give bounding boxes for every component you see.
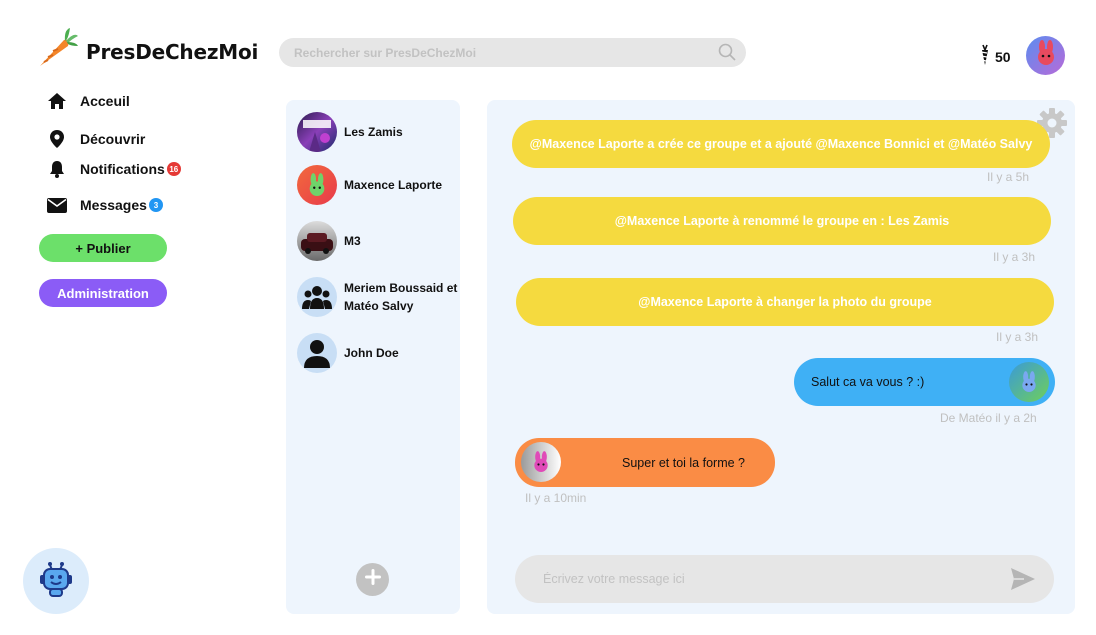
conversation-item[interactable]: M3 bbox=[297, 221, 459, 261]
system-message: @Maxence Laporte à renommé le groupe en … bbox=[513, 197, 1051, 245]
message-timestamp: Il y a 3h bbox=[993, 250, 1036, 264]
bunny-avatar-icon bbox=[1009, 362, 1049, 402]
conversation-name: Les Zamis bbox=[344, 125, 403, 139]
message-timestamp: Il y a 5h bbox=[987, 170, 1030, 184]
chatbot-button[interactable] bbox=[23, 548, 89, 614]
sidebar-item-label: Découvrir bbox=[80, 131, 146, 147]
conversation-item[interactable]: Meriem Boussaid et Matéo Salvy bbox=[297, 277, 459, 317]
message-timestamp: Il y a 10min bbox=[525, 491, 587, 505]
system-message: @Maxence Laporte a crée ce groupe et a a… bbox=[512, 120, 1050, 168]
chat-panel: @Maxence Laporte a crée ce groupe et a a… bbox=[487, 100, 1075, 614]
received-message: Super et toi la forme ? bbox=[515, 438, 775, 487]
add-conversation-button[interactable] bbox=[356, 563, 389, 596]
messages-badge: 3 bbox=[148, 198, 163, 212]
message-timestamp: De Matéo il y a 2h bbox=[940, 411, 1037, 425]
message-text: Super et toi la forme ? bbox=[622, 455, 745, 470]
conversations-panel: Les Zamis Maxence Laporte M3 Meriem Bous… bbox=[286, 100, 460, 614]
message-input[interactable] bbox=[543, 572, 983, 586]
publish-button[interactable]: + Publier bbox=[39, 234, 167, 262]
group-icon bbox=[297, 277, 337, 317]
envelope-icon bbox=[46, 197, 68, 213]
conversation-name: John Doe bbox=[344, 346, 399, 360]
sidebar-item-label: Messages bbox=[80, 197, 147, 213]
sidebar-item-label: Notifications bbox=[80, 161, 165, 177]
administration-button[interactable]: Administration bbox=[39, 279, 167, 307]
app-logo[interactable]: PresDeChezMoi bbox=[34, 26, 258, 77]
carrot-icon bbox=[34, 26, 80, 77]
bunny-avatar-icon bbox=[521, 442, 561, 482]
app-root: PresDeChezMoi 50 Acceuil Découvrir bbox=[0, 0, 1096, 635]
person-icon bbox=[297, 333, 337, 373]
search-bar bbox=[279, 38, 746, 67]
system-message: @Maxence Laporte à changer la photo du g… bbox=[516, 278, 1054, 326]
sent-message: Salut ca va vous ? :) bbox=[794, 358, 1055, 406]
sidebar-item-label: Acceuil bbox=[80, 93, 130, 109]
message-timestamp: Il y a 3h bbox=[996, 330, 1039, 344]
bunny-avatar-icon bbox=[297, 165, 337, 205]
carrot-coin-icon bbox=[979, 44, 991, 69]
message-text: Salut ca va vous ? :) bbox=[811, 375, 925, 389]
search-icon[interactable] bbox=[718, 43, 736, 66]
message-composer bbox=[515, 555, 1054, 603]
sidebar-item-notifications[interactable]: Notifications 16 bbox=[46, 160, 181, 178]
home-icon bbox=[46, 93, 68, 109]
conversation-item[interactable]: Maxence Laporte bbox=[297, 165, 459, 205]
robot-support-icon bbox=[36, 559, 76, 604]
conversation-name: Maxence Laporte bbox=[344, 178, 443, 192]
car-photo-avatar bbox=[297, 221, 337, 261]
user-avatar[interactable] bbox=[1026, 36, 1065, 75]
conversation-name: M3 bbox=[344, 234, 361, 248]
conversation-name: Meriem Boussaid et Matéo Salvy bbox=[344, 281, 458, 313]
conversation-item[interactable]: John Doe bbox=[297, 333, 459, 373]
search-input[interactable] bbox=[294, 45, 704, 60]
bell-icon bbox=[46, 160, 68, 178]
notifications-badge: 16 bbox=[166, 162, 181, 176]
sidebar-item-messages[interactable]: Messages 3 bbox=[46, 197, 163, 213]
location-pin-icon bbox=[46, 130, 68, 148]
app-name: PresDeChezMoi bbox=[86, 39, 259, 64]
coin-count: 50 bbox=[995, 48, 1011, 65]
group-photo-avatar bbox=[297, 112, 337, 152]
bunny-avatar-icon bbox=[1034, 40, 1058, 71]
send-icon[interactable] bbox=[1010, 567, 1036, 596]
coin-balance: 50 bbox=[979, 44, 1011, 69]
sidebar-item-acceuil[interactable]: Acceuil bbox=[46, 93, 130, 109]
sidebar-item-decouvrir[interactable]: Découvrir bbox=[46, 130, 145, 148]
conversation-item[interactable]: Les Zamis bbox=[297, 112, 459, 152]
plus-icon bbox=[364, 568, 382, 591]
